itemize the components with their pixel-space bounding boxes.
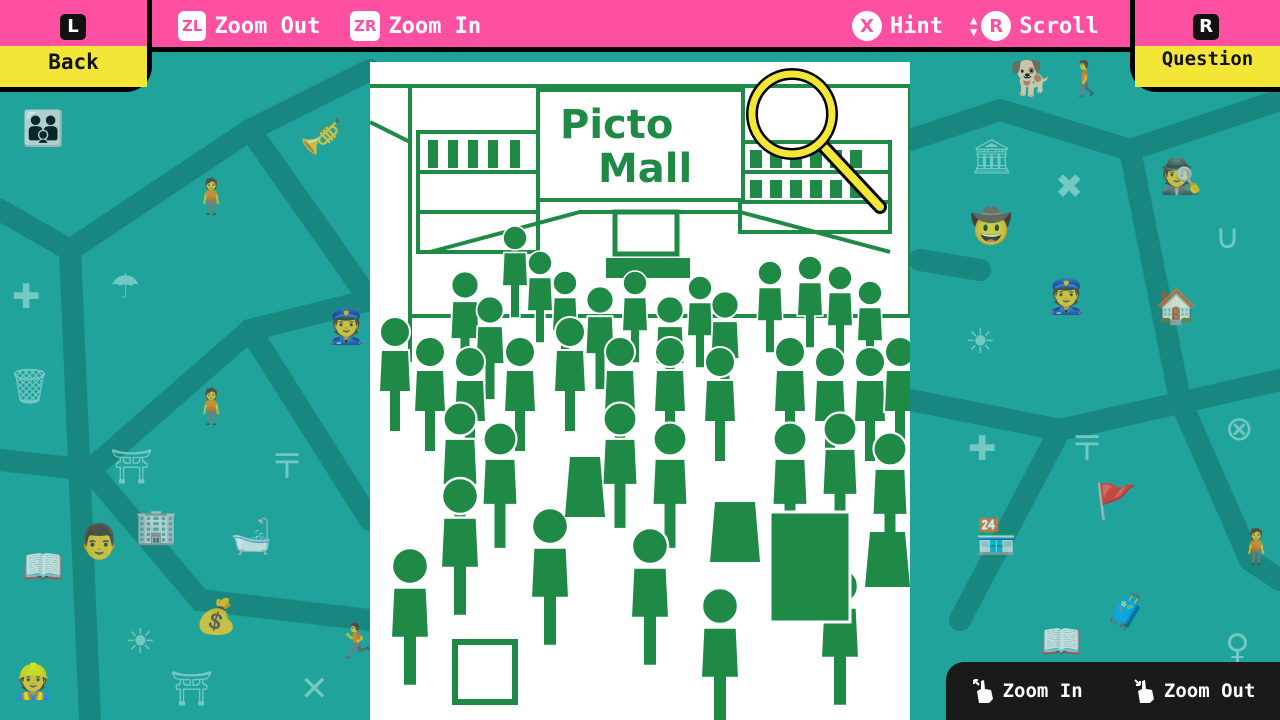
sun-icon: ☀ [965,322,996,362]
pinch-out-hand-icon [972,679,993,703]
family-icon: 👪 [22,109,65,149]
touch-zoom-in-label: Zoom In [1002,680,1083,702]
crowd-figure [412,336,448,453]
crowd-figure [439,476,481,618]
cowboy-icon: 🤠 [970,207,1013,247]
easel-icon: ✖ [1055,167,1084,207]
zoom-out-control[interactable]: ZL Zoom Out [178,8,320,44]
picto-mall-scene: Picto Mall [370,68,910,720]
crowd-figure [699,586,741,720]
crowd-figure [826,265,854,359]
crowd-figure [526,250,554,344]
flag-person-icon: 🚩 [1095,482,1138,522]
crowd-figure [501,225,529,319]
l-button-icon: L [60,14,86,40]
question-tab[interactable]: R Question [1130,0,1280,92]
touch-zoom-out[interactable]: Zoom Out [1132,677,1256,705]
sign-line1: Picto [560,102,673,148]
shop-counter-icon: 🏪 [975,517,1018,557]
crowd-figure [481,421,519,551]
zoom-in-label: Zoom In [388,13,482,39]
crowd-figure [756,260,784,354]
crowd-figure [629,526,671,668]
sun-icon: ☀ [125,622,156,662]
r-button-icon: R [1193,14,1219,40]
crowd-figure [529,506,571,648]
house-family-icon: 🏠 [1155,287,1198,327]
up-down-arrows-icon: ▲ ▼ [970,13,978,39]
bath-icon: 🛁 [230,517,273,557]
r-stick-icon: R [981,11,1012,41]
book-icon: 📖 [22,547,65,587]
book-icon: 📖 [1040,622,1083,662]
touch-zoom-in[interactable]: Zoom In [971,677,1083,705]
police-icon: 👮 [325,307,368,347]
umbrella-person-icon: ☂ [110,267,141,307]
prisoner-icon: 🧍 [190,177,233,217]
x-button-icon: X [852,11,882,41]
back-label: Back [48,50,99,74]
no-entry-icon: ⊗ [1225,409,1254,449]
crowd-figure [377,316,413,433]
hint-label: Hint [890,13,943,39]
cart-box [452,639,518,705]
cross-icon: ✕ [300,669,329,709]
torii-icon: ⛩ [170,669,214,709]
touch-controls: Zoom In Zoom Out [946,662,1280,720]
tv-display [612,209,680,257]
crowd-figure [389,546,431,688]
hospital-icon: ✚ [968,429,997,469]
sign-line2: Mall [598,146,692,192]
crowd-figure [601,401,639,531]
back-tab[interactable]: L Back [0,0,152,92]
crowd-figure [552,316,588,433]
touch-zoom-out-label: Zoom Out [1163,680,1256,702]
worker-icon: 👷 [12,662,55,702]
pinch-in-hand-icon [1134,679,1154,703]
female-symbol-icon: ♀ [1225,627,1250,667]
post-office-icon: 〒 [270,447,304,487]
shopping-bag [710,502,760,562]
question-label: Question [1161,48,1254,70]
shopping-bag [865,532,910,587]
doctor-icon: 👨 [78,522,121,562]
zl-button-icon: ZL [178,11,207,41]
shopping-bag [565,457,605,517]
shrine-icon: ⛩ [110,447,154,487]
standing-person-icon: 🧍 [190,387,233,427]
building-icon: 🏢 [135,507,178,547]
puzzle-picture[interactable]: Picto Mall [370,62,910,720]
thief-icon: 💰 [195,597,238,637]
sailor-icon: 👮 [1045,277,1088,317]
person-icon: 🚶 [1065,59,1108,99]
standing-person-icon: 🧍 [1235,527,1278,567]
scroll-label: Scroll [1019,13,1099,39]
zr-button-icon: ZR [350,11,381,41]
hospital-icon: ✚ [12,277,41,317]
box [768,510,852,624]
museum-icon: 🏛 [970,137,1014,177]
dog-walker-icon: 🐕 [1010,59,1053,99]
zoom-out-label: Zoom Out [214,13,321,39]
post-office-icon: 〒 [1070,429,1104,469]
scroll-control[interactable]: ▲ ▼ R Scroll [970,8,1099,44]
crowd-figure [796,255,824,349]
zoom-in-control[interactable]: ZR Zoom In [350,8,481,44]
hint-control[interactable]: X Hint [852,8,943,44]
trash-person-icon: 🗑 [8,367,52,407]
crowd-figure [702,346,738,463]
musician-icon: 🎺 [300,117,343,157]
traveler-icon: 🧳 [1105,592,1148,632]
detective-icon: 🕵 [1160,157,1203,197]
magnet-icon: ∪ [1215,217,1240,257]
